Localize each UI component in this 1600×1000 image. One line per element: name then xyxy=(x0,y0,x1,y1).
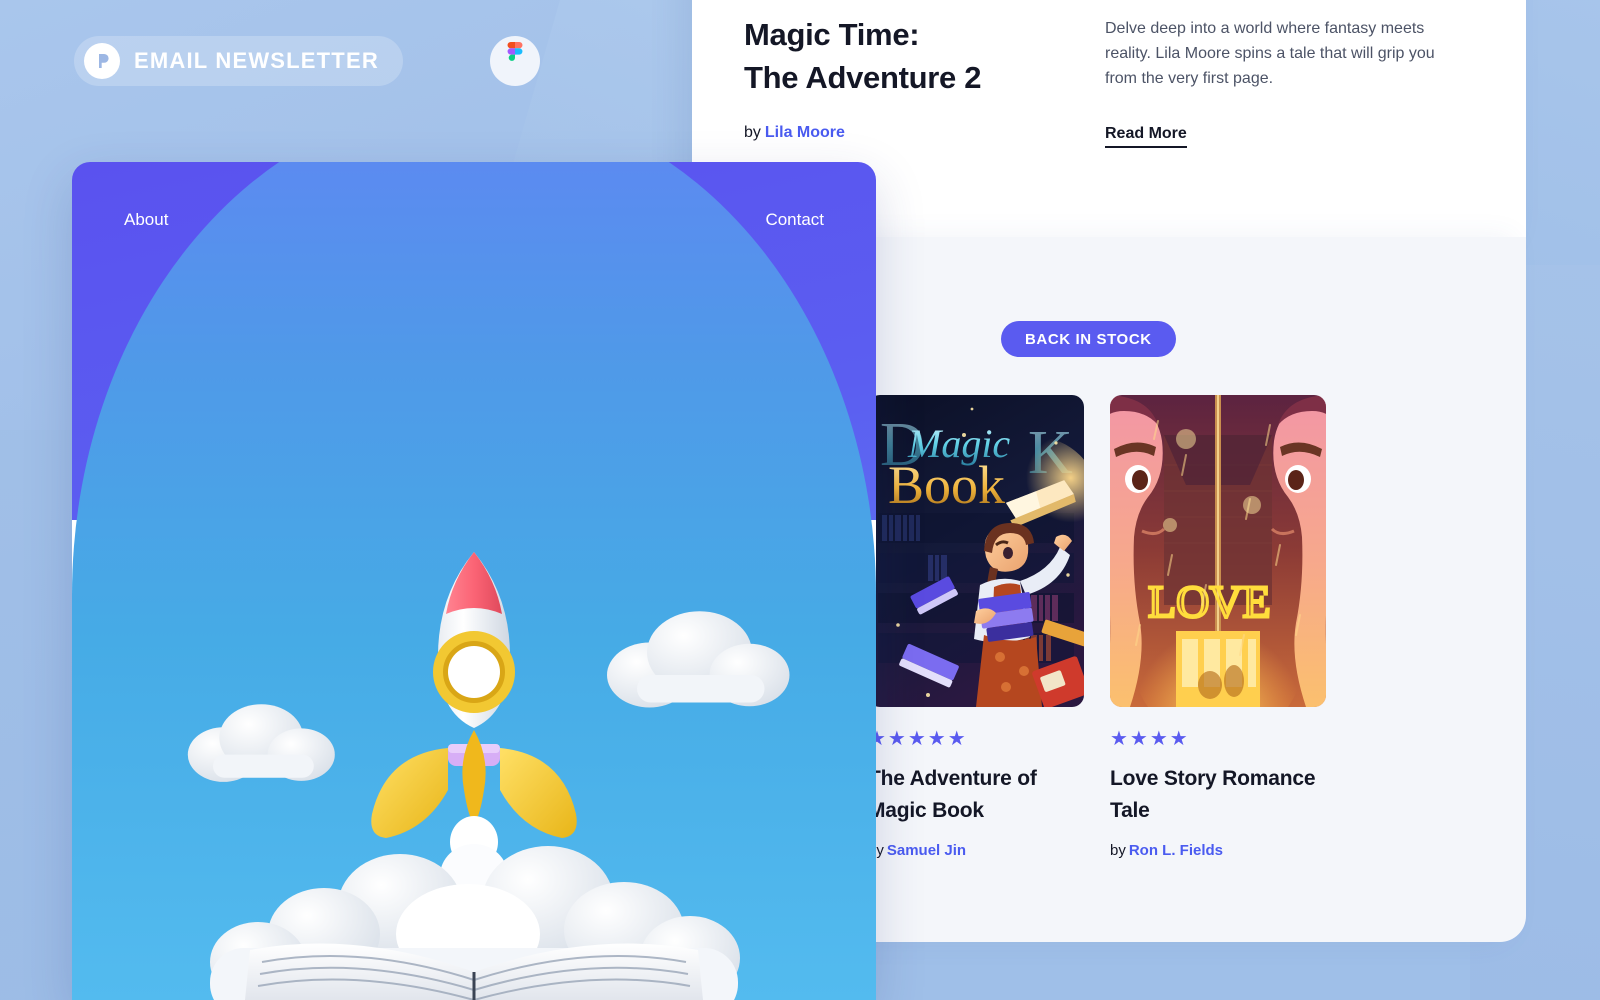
article-byline: by Lila Moore xyxy=(744,124,845,142)
email-newsletter-badge[interactable]: EMAIL NEWSLETTER xyxy=(74,36,403,86)
newsletter-card: About Shop BookWei! Promo Contact Welcom… xyxy=(72,162,876,1000)
book-byline: by Ron L. Fields xyxy=(1110,842,1326,859)
article-title: Magic Time: The Adventure 2 xyxy=(744,17,982,95)
back-in-stock-button[interactable]: BACK IN STOCK xyxy=(1001,321,1176,357)
magic-book-cover[interactable]: Magic Book D K xyxy=(868,395,1084,707)
book-author[interactable]: Ron L. Fields xyxy=(1129,842,1223,859)
love-story-cover[interactable]: LOVE LOVE xyxy=(1110,395,1326,707)
book-card[interactable]: Magic Book D K xyxy=(868,395,1084,859)
email-newsletter-badge-label: EMAIL NEWSLETTER xyxy=(134,48,379,73)
book-title: Love Story Romance Tale xyxy=(1110,767,1316,822)
book-card[interactable]: LOVE LOVE ★★★★ Love Story Romance Tale b… xyxy=(1110,395,1326,859)
book-byline: bySamuel Jin xyxy=(868,842,1084,859)
book-rating-stars: ★★★★ xyxy=(1110,728,1190,750)
book-by-prefix: by xyxy=(1110,842,1126,859)
book-author[interactable]: Samuel Jin xyxy=(887,842,966,859)
book-title: The Adventure of Magic Book xyxy=(868,767,1037,822)
article-author[interactable]: Lila Moore xyxy=(765,124,845,141)
article-by-prefix: by xyxy=(744,124,761,141)
hero-illustration-frame xyxy=(72,162,876,1000)
book-rating-stars: ★★★★★ xyxy=(868,728,968,750)
svg-text:D: D xyxy=(880,411,925,479)
read-more-link[interactable]: Read More xyxy=(1105,125,1187,148)
product-hunt-logo-icon xyxy=(84,43,120,79)
article-description: Delve deep into a world where fantasy me… xyxy=(1105,20,1435,87)
svg-text:LOVE: LOVE xyxy=(1148,576,1271,627)
figma-logo-icon[interactable] xyxy=(490,36,540,86)
rocket-launch-from-open-book-illustration xyxy=(72,162,876,1000)
